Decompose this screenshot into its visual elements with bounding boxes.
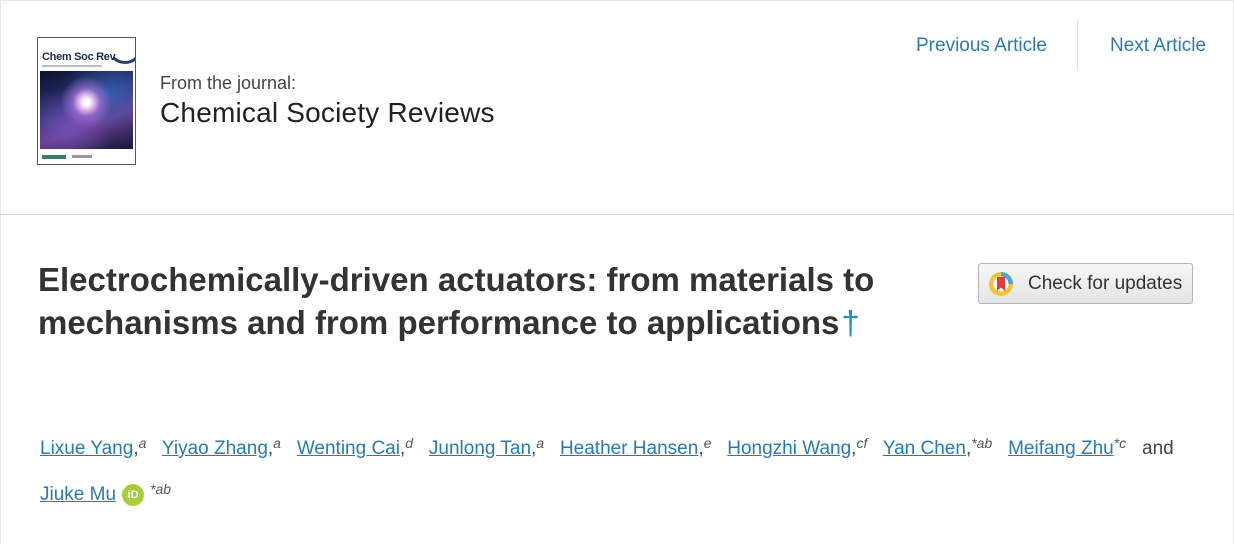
check-for-updates-label: Check for updates (1028, 272, 1183, 294)
affiliation-superscript: *ab (971, 435, 993, 451)
crossmark-icon (989, 271, 1013, 296)
affiliation-superscript: cf (856, 435, 868, 451)
author-link[interactable]: Yiyao Zhang (162, 438, 268, 459)
cover-subtitle-line (42, 65, 102, 67)
cover-artwork (40, 71, 133, 149)
author-list: Lixue Yang,a Yiyao Zhang,a Wenting Cai,d… (40, 423, 1200, 515)
author-link[interactable]: Lixue Yang (40, 438, 133, 459)
journal-name[interactable]: Chemical Society Reviews (160, 97, 495, 129)
cover-footer-text (72, 155, 92, 158)
author-link[interactable]: Hongzhi Wang (727, 438, 851, 459)
article-title-text: Electrochemically-driven actuators: from… (38, 261, 875, 341)
cover-title: Chem Soc Rev (42, 51, 116, 63)
article-title: Electrochemically-driven actuators: from… (38, 258, 938, 344)
author-link[interactable]: Wenting Cai (297, 438, 400, 459)
supplementary-info-link[interactable]: † (841, 304, 859, 341)
cover-publisher-logo (42, 155, 66, 159)
previous-article-link[interactable]: Previous Article (916, 35, 1047, 57)
header-separator (0, 214, 1234, 215)
author-link[interactable]: Yan Chen (883, 438, 966, 459)
orcid-icon[interactable]: iD (122, 483, 145, 506)
affiliation-superscript: e (703, 435, 712, 451)
from-journal-label: From the journal: (160, 73, 297, 93)
affiliation-superscript: a (273, 435, 281, 451)
author-conjunction: and (1142, 438, 1174, 459)
check-for-updates-button[interactable]: Check for updates (978, 263, 1193, 304)
affiliation-superscript: *ab (150, 481, 172, 497)
nav-divider (1077, 20, 1078, 70)
author-link[interactable]: Heather Hansen (560, 438, 698, 459)
author-link[interactable]: Junlong Tan (429, 438, 531, 459)
author-link[interactable]: Meifang Zhu (1008, 438, 1114, 459)
affiliation-superscript: a (536, 435, 545, 451)
affiliation-superscript: *c (1113, 435, 1127, 451)
affiliation-superscript: a (138, 435, 147, 451)
affiliation-superscript: d (405, 435, 414, 451)
author-link[interactable]: Jiuke Mu (40, 484, 116, 505)
next-article-link[interactable]: Next Article (1110, 35, 1206, 57)
journal-cover-image[interactable]: Chem Soc Rev (37, 37, 136, 165)
